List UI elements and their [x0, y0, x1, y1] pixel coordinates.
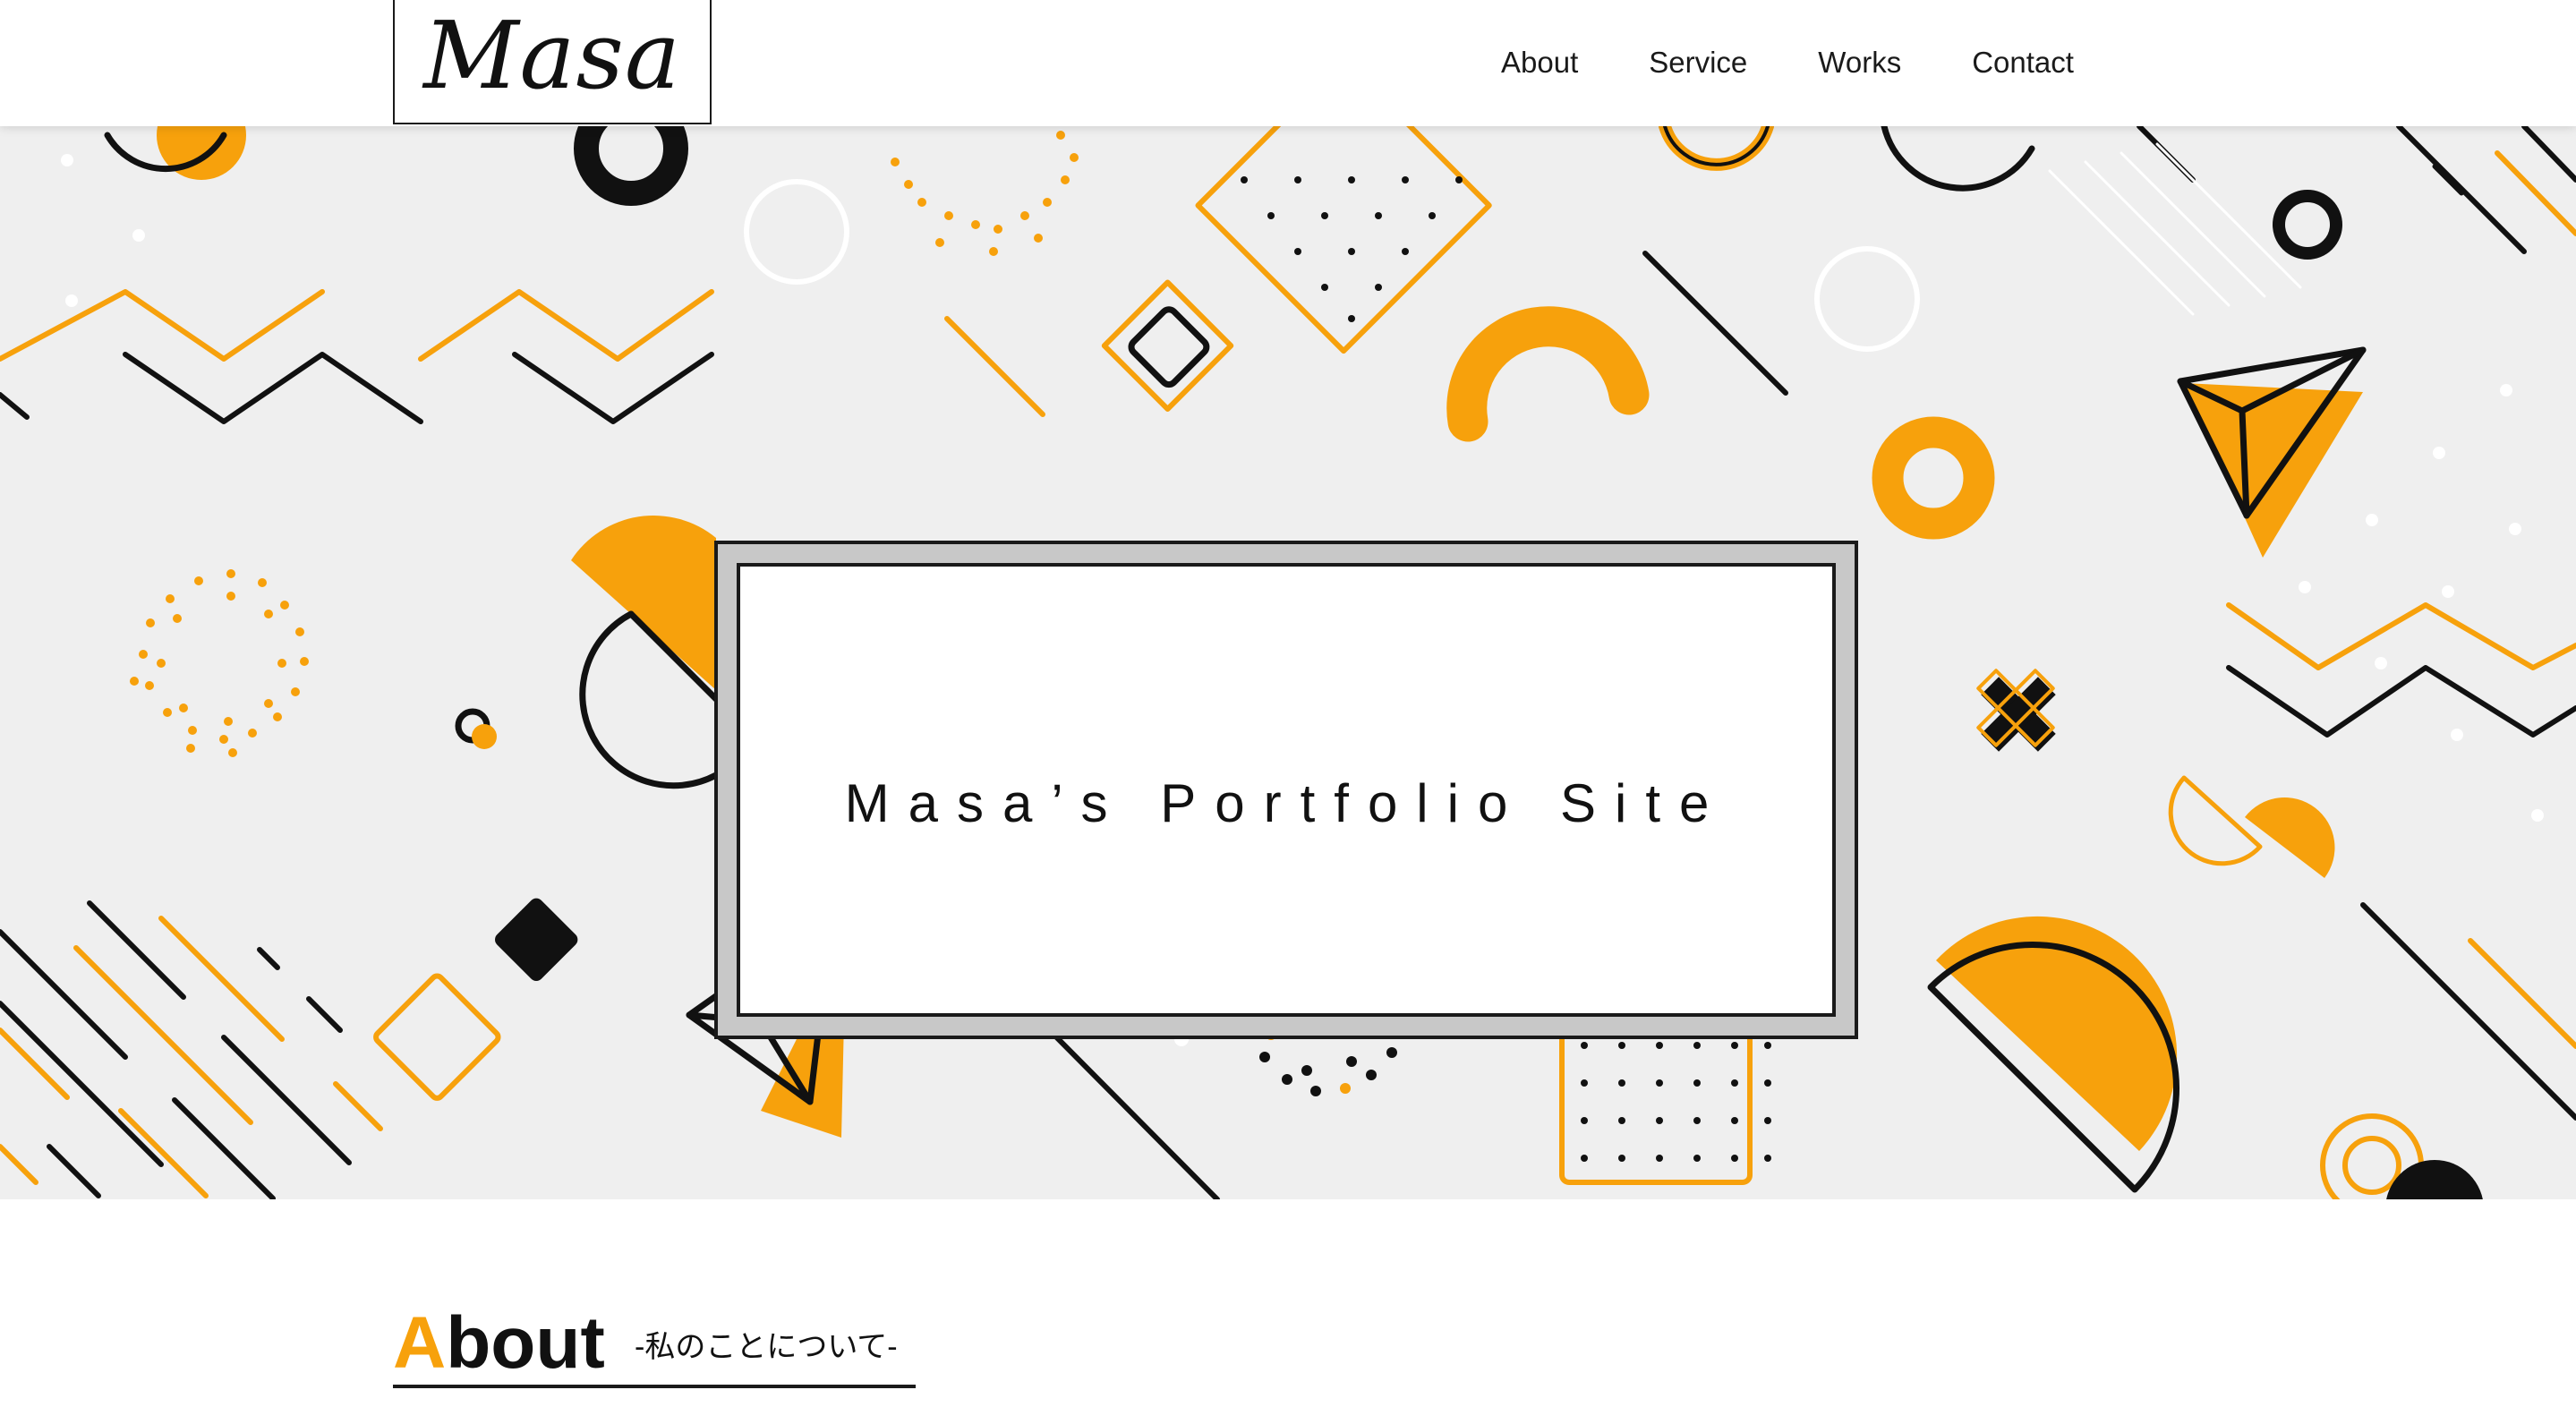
nav-link-about[interactable]: About — [1501, 43, 1578, 82]
site-header: Masa About Service Works Contact — [0, 0, 2576, 126]
hero-title: Masa’s Portfolio Site — [844, 773, 1728, 833]
hero-section: Masa’s Portfolio Site — [0, 126, 2576, 1199]
main-nav: About Service Works Contact — [1501, 43, 2074, 82]
nav-link-service[interactable]: Service — [1649, 43, 1747, 82]
nav-link-works[interactable]: Works — [1818, 43, 1901, 82]
nav-link-contact[interactable]: Contact — [1972, 43, 2074, 82]
about-title: About — [393, 1302, 605, 1385]
about-title-rest: bout — [446, 1302, 605, 1384]
about-section-heading: About -私のことについて- — [393, 1302, 916, 1388]
hero-title-frame: Masa’s Portfolio Site — [714, 541, 1858, 1039]
hero-title-panel: Masa’s Portfolio Site — [737, 563, 1836, 1017]
about-title-accent-letter: A — [393, 1302, 447, 1384]
about-subtitle: -私のことについて- — [635, 1330, 898, 1364]
logo-text: Masa — [423, 1, 681, 110]
site-logo[interactable]: Masa — [393, 0, 712, 124]
